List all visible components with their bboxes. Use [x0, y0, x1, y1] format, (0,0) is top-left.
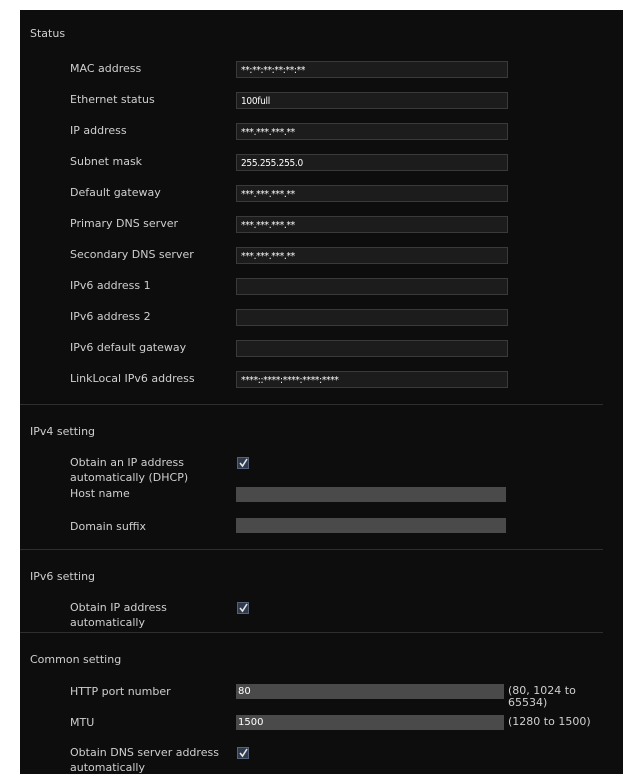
mtu-label: MTU: [70, 716, 95, 729]
ipv6-section-title: IPv6 setting: [30, 570, 96, 583]
primary-dns-value: ***.***.***.**: [236, 216, 508, 233]
ipv6-auto-label-line2: automatically: [70, 616, 145, 629]
mac-address-value: **:**:**:**:**:**: [236, 61, 508, 78]
default-gateway-label: Default gateway: [70, 186, 161, 199]
primary-dns-label: Primary DNS server: [70, 217, 179, 230]
ipv6-auto-checkbox[interactable]: [237, 602, 249, 614]
mtu-input[interactable]: [236, 715, 504, 730]
mtu-range: (1280 to 1500): [508, 715, 591, 728]
dns-auto-label-line2: automatically: [70, 761, 145, 774]
ipv6-auto-label-line1: Obtain IP address: [70, 601, 167, 614]
domain-suffix-input[interactable]: [236, 518, 506, 533]
http-port-input[interactable]: [236, 684, 504, 699]
ipv6-address-1-label: IPv6 address 1: [70, 279, 151, 292]
host-name-label: Host name: [70, 487, 130, 500]
dhcp-checkbox[interactable]: [237, 457, 249, 469]
linklocal-ipv6-value: ****::****:****:****:****: [236, 371, 508, 388]
dhcp-label-line2: automatically (DHCP): [70, 471, 189, 484]
ip-address-value: ***.***.***.**: [236, 123, 508, 140]
checkmark-icon: [239, 603, 248, 613]
ipv6-address-1-value: [236, 278, 508, 295]
common-section-title: Common setting: [30, 653, 122, 666]
status-section-title: Status: [30, 27, 66, 40]
http-port-range-line2: 65534): [508, 696, 548, 709]
host-name-input[interactable]: [236, 487, 506, 502]
ethernet-status-label: Ethernet status: [70, 93, 155, 106]
domain-suffix-label: Domain suffix: [70, 520, 147, 533]
secondary-dns-label: Secondary DNS server: [70, 248, 194, 261]
checkmark-icon: [239, 748, 248, 758]
ip-address-label: IP address: [70, 124, 127, 137]
ethernet-status-value: 100full: [236, 92, 508, 109]
checkmark-icon: [239, 458, 248, 468]
section-divider: [20, 632, 603, 633]
subnet-mask-label: Subnet mask: [70, 155, 143, 168]
network-settings-panel: Status MAC address **:**:**:**:**:** Eth…: [20, 10, 623, 774]
ipv6-default-gateway-label: IPv6 default gateway: [70, 341, 187, 354]
http-port-label: HTTP port number: [70, 685, 171, 698]
mac-address-label: MAC address: [70, 62, 142, 75]
ipv6-address-2-label: IPv6 address 2: [70, 310, 151, 323]
section-divider: [20, 404, 603, 405]
secondary-dns-value: ***.***.***.**: [236, 247, 508, 264]
dns-auto-label-line1: Obtain DNS server address: [70, 746, 219, 759]
ipv6-default-gateway-value: [236, 340, 508, 357]
default-gateway-value: ***.***.***.**: [236, 185, 508, 202]
ipv4-section-title: IPv4 setting: [30, 425, 96, 438]
dns-auto-checkbox[interactable]: [237, 747, 249, 759]
linklocal-ipv6-label: LinkLocal IPv6 address: [70, 372, 195, 385]
ipv6-address-2-value: [236, 309, 508, 326]
dhcp-label-line1: Obtain an IP address: [70, 456, 185, 469]
section-divider: [20, 549, 603, 550]
subnet-mask-value: 255.255.255.0: [236, 154, 508, 171]
